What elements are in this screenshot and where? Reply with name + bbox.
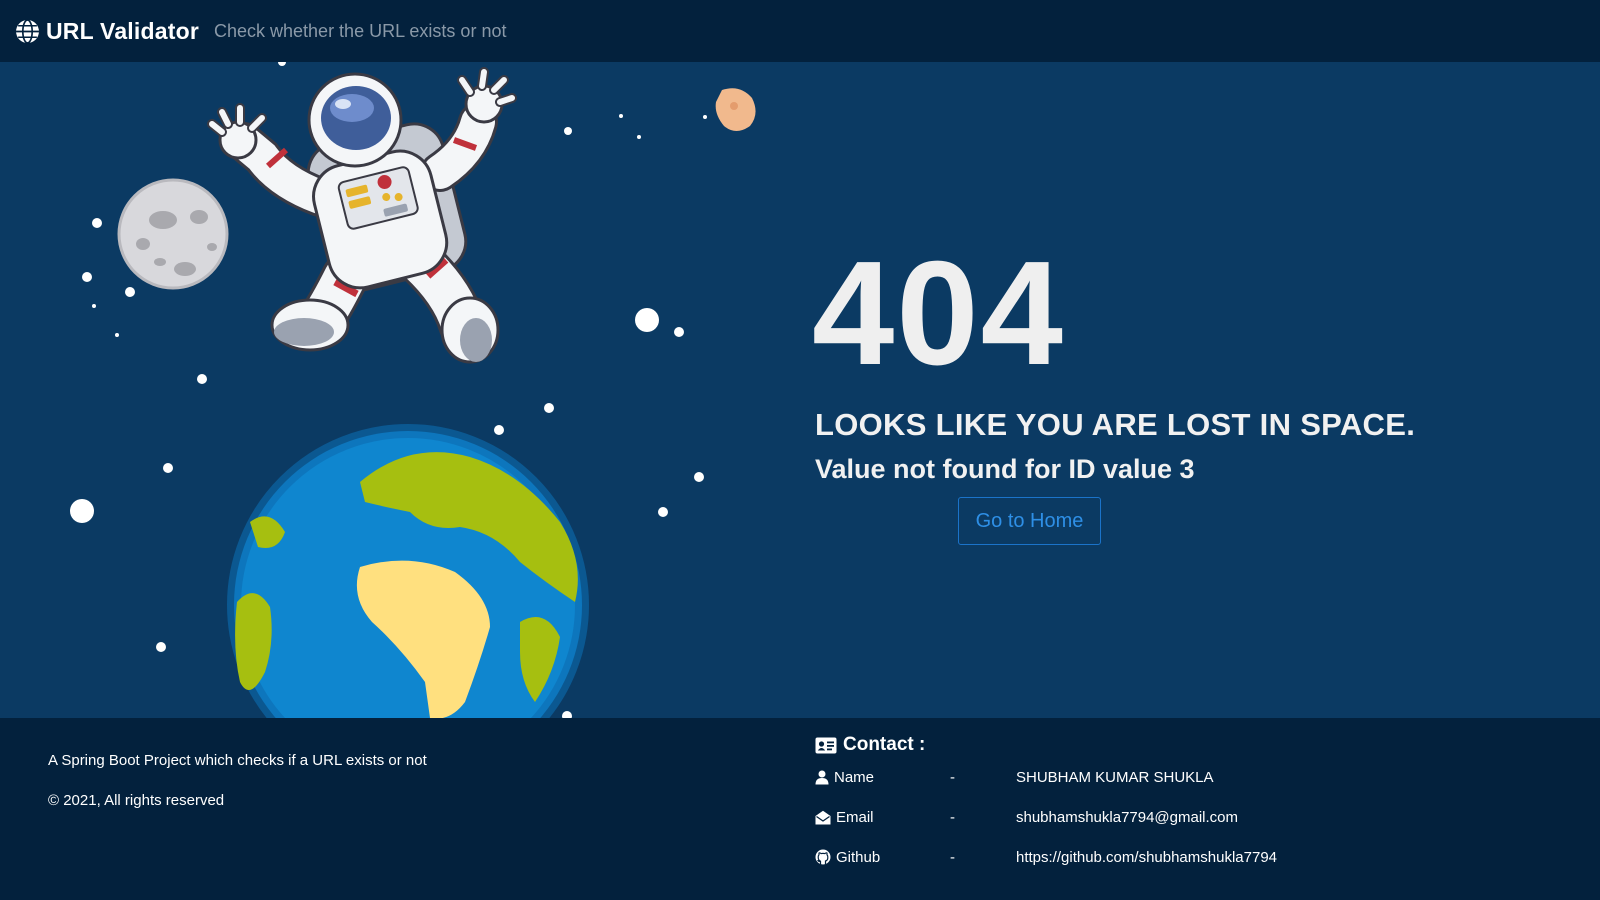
error-message: Value not found for ID value 3 (815, 454, 1195, 484)
moon (117, 178, 229, 290)
contact-heading: Contact : (815, 734, 925, 756)
contact-row-name: Name - SHUBHAM KUMAR SHUKLA (815, 766, 1515, 788)
navbar: URL Validator Check whether the URL exis… (0, 0, 1600, 62)
contact-row-email: Email - shubhamshukla7794@gmail.com (815, 806, 1515, 828)
error-title: LOOKS LIKE YOU ARE LOST IN SPACE. (815, 407, 1416, 442)
contact-value-email[interactable]: shubhamshukla7794@gmail.com (1016, 809, 1238, 826)
brand-title[interactable]: URL Validator (46, 18, 199, 45)
globe-icon (16, 18, 39, 44)
envelope-icon (815, 810, 831, 824)
contact-dash: - (950, 808, 955, 826)
main-content: 404 LOOKS LIKE YOU ARE LOST IN SPACE. Va… (0, 62, 1600, 718)
brand-subtitle: Check whether the URL exists or not (214, 20, 507, 41)
contact-label-email: Email (815, 809, 950, 826)
user-icon (815, 770, 829, 784)
contact-dash: - (950, 768, 955, 786)
earth (227, 424, 589, 718)
contact-label-github-text: Github (836, 848, 881, 866)
contact-label-name-text: Name (834, 768, 875, 786)
id-card-icon (815, 737, 837, 753)
contact-dash: - (950, 848, 955, 866)
footer-copyright: © 2021, All rights reserved (48, 792, 225, 809)
footer-description: A Spring Boot Project which checks if a … (48, 752, 427, 769)
github-icon (815, 849, 831, 865)
astronaut (207, 67, 517, 364)
contact-label-email-text: Email (836, 808, 874, 826)
contact-value-name: SHUBHAM KUMAR SHUKLA (1016, 768, 1214, 786)
contact-label-github: Github (815, 849, 950, 866)
contact-value-github[interactable]: https://github.com/shubhamshukla7794 (1016, 849, 1277, 866)
contact-row-github: Github - https://github.com/shubhamshukl… (815, 846, 1515, 868)
contact-title: Contact : (843, 734, 926, 755)
asteroid (715, 88, 756, 131)
footer: A Spring Boot Project which checks if a … (0, 718, 1600, 900)
contact-label-name: Name (815, 769, 950, 786)
brand-link[interactable]: URL Validator (15, 18, 199, 45)
go-to-home-button[interactable]: Go to Home (958, 497, 1101, 545)
right-glove (457, 67, 517, 124)
error-code: 404 (812, 231, 1065, 396)
space-illustration (70, 62, 756, 718)
